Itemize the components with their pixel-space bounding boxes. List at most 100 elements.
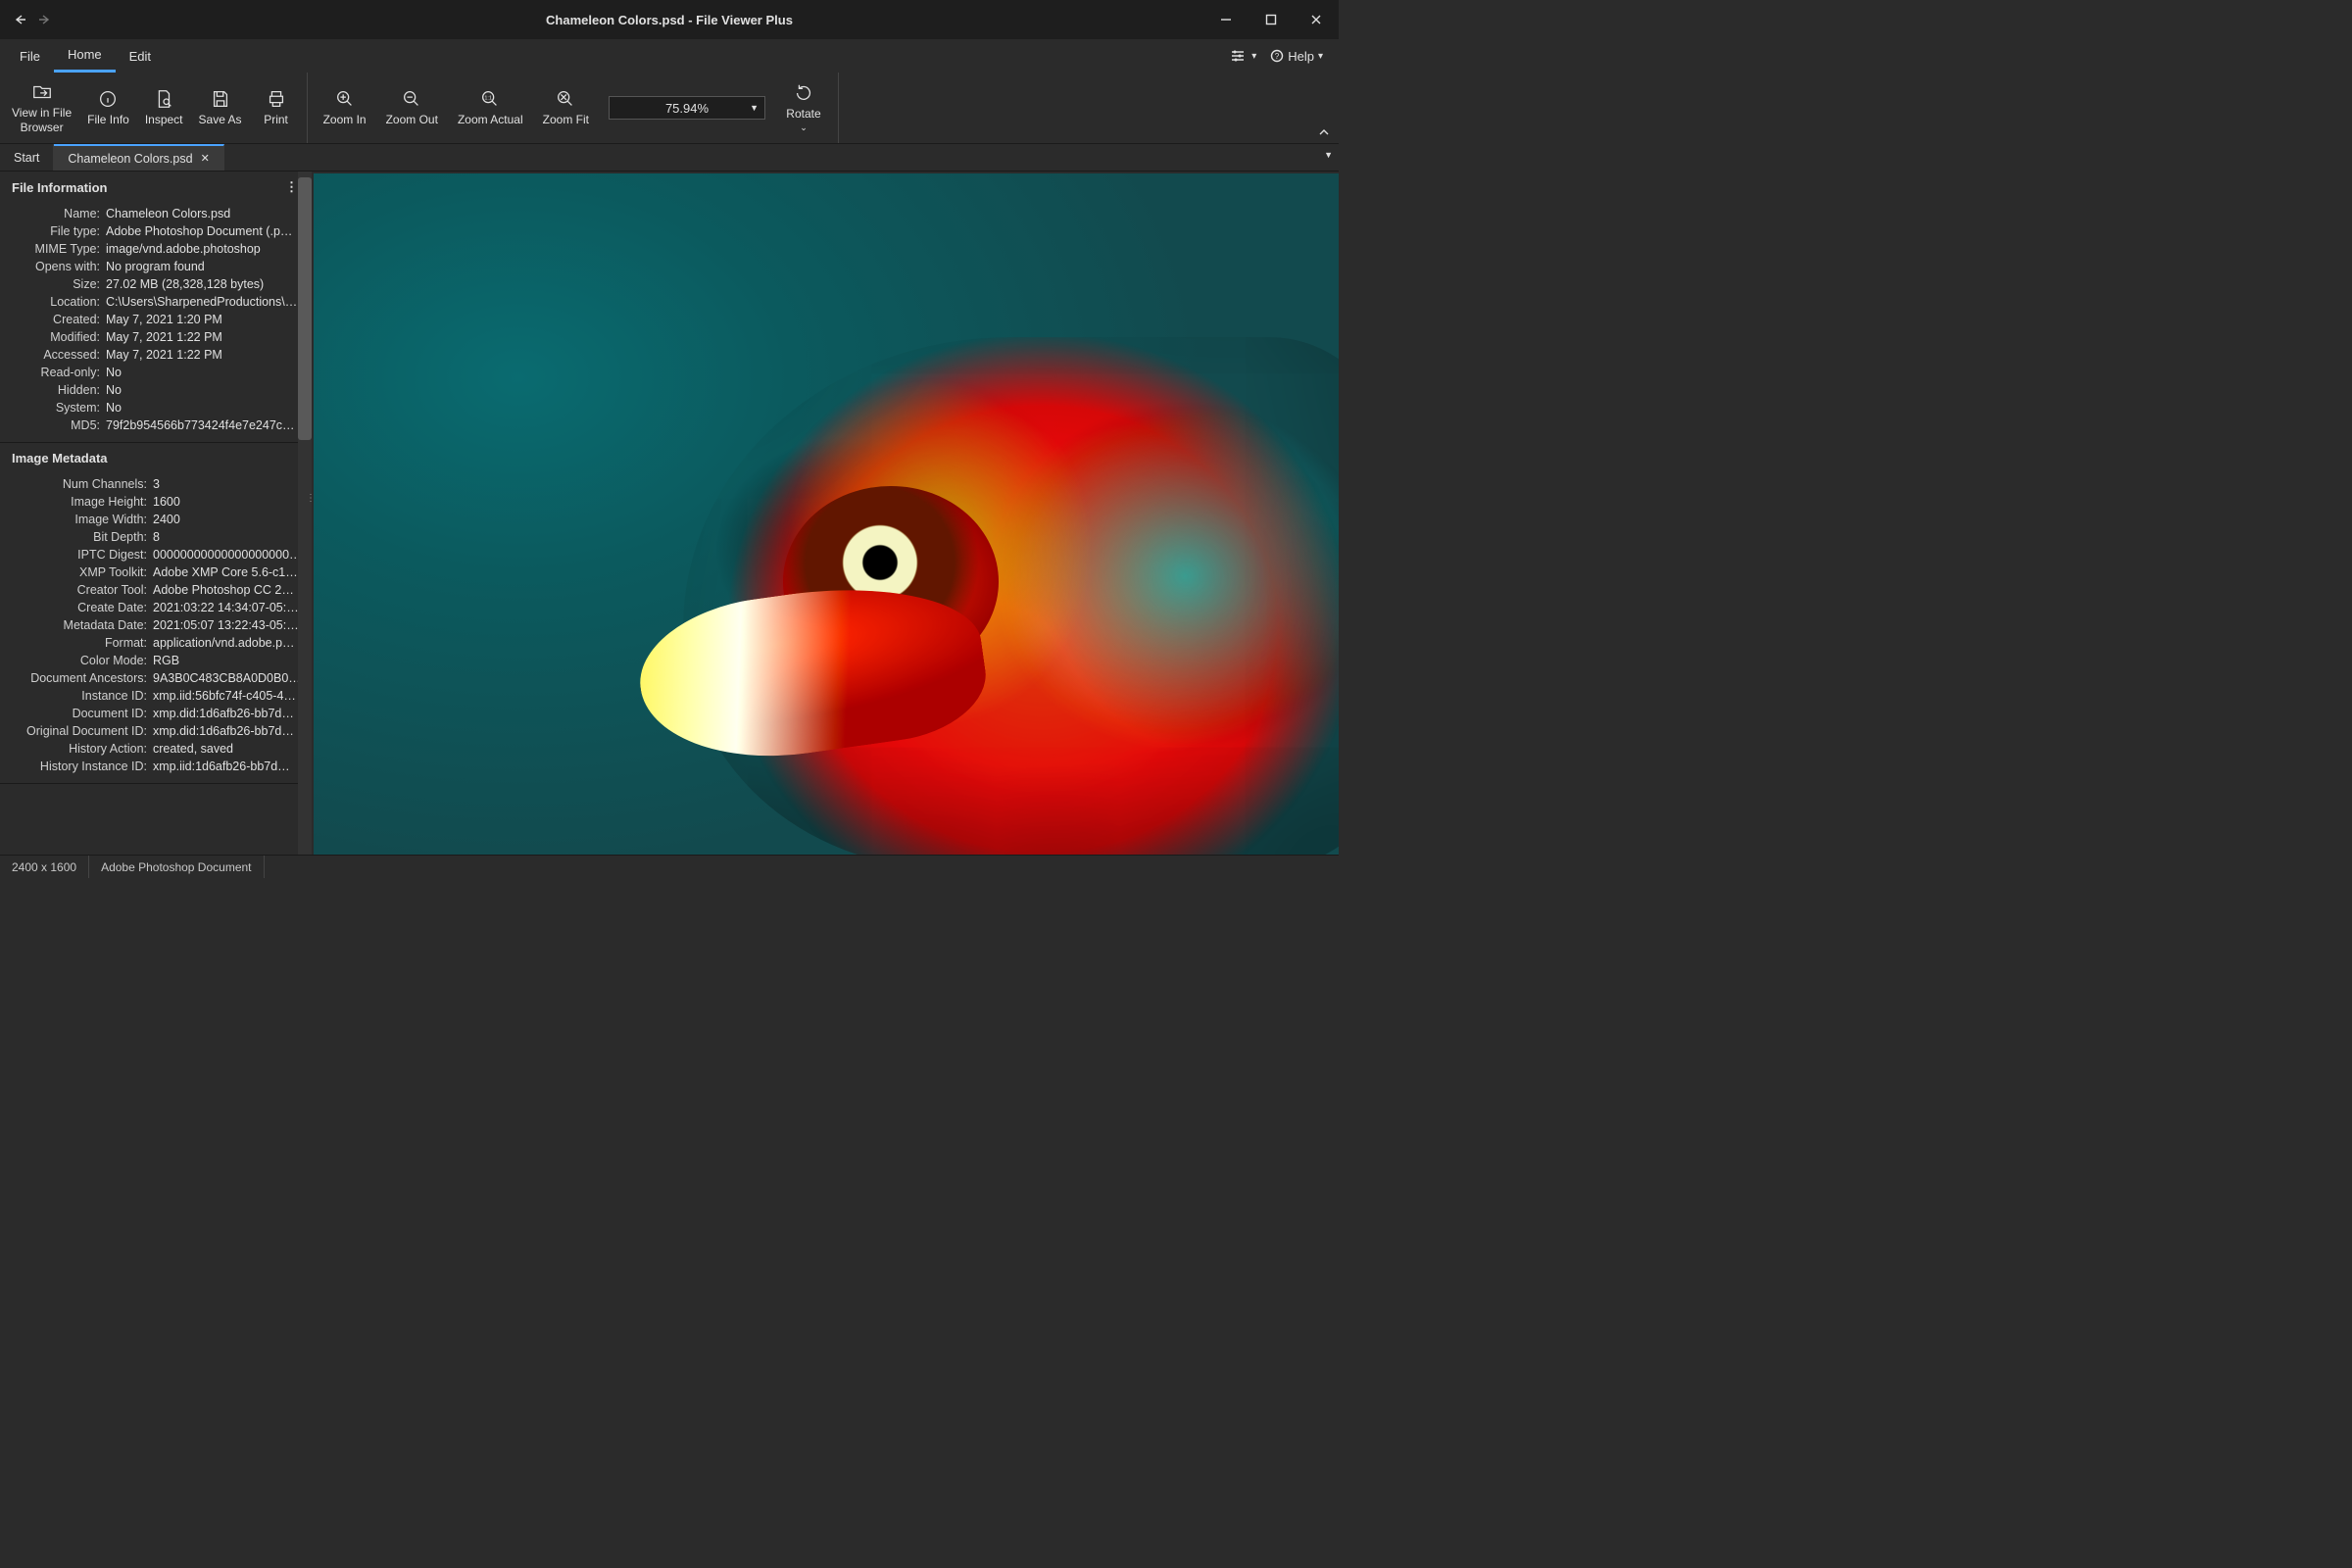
info-icon [97, 88, 119, 110]
menu-home[interactable]: Home [54, 39, 116, 73]
file-info-button[interactable]: File Info [79, 73, 137, 143]
rotate-icon [793, 82, 814, 104]
tab-menu-icon[interactable]: ▼ [1324, 150, 1333, 160]
ribbon-label: Zoom Actual [458, 113, 523, 126]
menubar: File Home Edit ▾ ?Help▾ [0, 39, 1339, 73]
statusbar: 2400 x 1600 Adobe Photoshop Document [0, 855, 1339, 878]
chevron-down-icon: ▼ [750, 103, 759, 113]
meta-row: Num Channels:3 [10, 475, 302, 493]
meta-row: Create Date:2021:03:22 14:34:07-05:… [10, 599, 302, 616]
tab-file[interactable]: Chameleon Colors.psd ✕ [54, 144, 223, 171]
panel-heading: Image Metadata [12, 451, 108, 466]
window-title: Chameleon Colors.psd - File Viewer Plus [0, 13, 1339, 27]
meta-row: History Action:created, saved [10, 740, 302, 758]
zoom-actual-icon: 1:1 [479, 88, 501, 110]
meta-row: Bit Depth:8 [10, 528, 302, 546]
forward-icon[interactable] [37, 12, 53, 27]
info-row: MD5:79f2b954566b773424f4e7e247c… [10, 416, 302, 434]
info-row: MIME Type:image/vnd.adobe.photoshop [10, 240, 302, 258]
svg-text:?: ? [1275, 52, 1280, 61]
info-row: Created:May 7, 2021 1:20 PM [10, 311, 302, 328]
titlebar: Chameleon Colors.psd - File Viewer Plus [0, 0, 1339, 39]
ribbon-label: Inspect [145, 113, 183, 126]
meta-row: IPTC Digest:00000000000000000000… [10, 546, 302, 564]
document-search-icon [153, 88, 174, 110]
info-row: Modified:May 7, 2021 1:22 PM [10, 328, 302, 346]
info-row: Size:27.02 MB (28,328,128 bytes) [10, 275, 302, 293]
ribbon-label: Zoom Fit [543, 113, 589, 126]
ribbon: View in File Browser File Info Inspect S… [0, 73, 1339, 144]
image-viewer[interactable] [312, 172, 1339, 855]
sidebar: File Information ⋮ Name:Chameleon Colors… [0, 172, 312, 855]
minimize-button[interactable] [1203, 0, 1249, 39]
ribbon-label: Zoom In [323, 113, 367, 126]
info-row: File type:Adobe Photoshop Document (.p… [10, 222, 302, 240]
folder-arrow-icon [31, 81, 53, 103]
ribbon-label: View in File Browser [12, 106, 72, 134]
maximize-button[interactable] [1249, 0, 1294, 39]
save-icon [210, 88, 231, 110]
metadata-panel: Image Metadata Num Channels:3 Image Heig… [0, 443, 312, 784]
chevron-down-icon: ⌄ [800, 122, 808, 133]
zoom-out-button[interactable]: Zoom Out [378, 84, 446, 130]
file-info-panel: File Information ⋮ Name:Chameleon Colors… [0, 172, 312, 443]
scrollbar-thumb[interactable] [298, 177, 312, 440]
back-icon[interactable] [12, 12, 27, 27]
ribbon-label: Print [264, 113, 288, 126]
help-icon[interactable]: ?Help▾ [1270, 49, 1323, 64]
zoom-select[interactable]: 75.94% ▼ [609, 96, 765, 120]
save-as-button[interactable]: Save As [191, 73, 250, 143]
zoom-in-icon [334, 88, 356, 110]
menu-edit[interactable]: Edit [116, 39, 165, 73]
info-row: Read-only:No [10, 364, 302, 381]
meta-row: Creator Tool:Adobe Photoshop CC 2… [10, 581, 302, 599]
meta-row: Instance ID:xmp.iid:56bfc74f-c405-4… [10, 687, 302, 705]
meta-row: Document ID:xmp.did:1d6afb26-bb7d… [10, 705, 302, 722]
svg-text:1:1: 1:1 [485, 96, 493, 102]
zoom-in-button[interactable]: Zoom In [316, 84, 374, 130]
zoom-value: 75.94% [665, 101, 709, 116]
rotate-button[interactable]: Rotate ⌄ [777, 78, 830, 137]
zoom-out-icon [401, 88, 422, 110]
meta-row: Format:application/vnd.adobe.p… [10, 634, 302, 652]
info-row: Opens with:No program found [10, 258, 302, 275]
info-row: Accessed:May 7, 2021 1:22 PM [10, 346, 302, 364]
meta-row: Metadata Date:2021:05:07 13:22:43-05:… [10, 616, 302, 634]
help-label: Help [1288, 49, 1314, 64]
close-button[interactable] [1294, 0, 1339, 39]
ribbon-label: Rotate [786, 107, 820, 121]
print-button[interactable]: Print [250, 73, 303, 143]
ribbon-label: Zoom Out [386, 113, 438, 126]
info-row: Location:C:\Users\SharpenedProductions\… [10, 293, 302, 311]
settings-icon[interactable] [1230, 49, 1248, 63]
status-format: Adobe Photoshop Document [89, 856, 264, 878]
info-row: Hidden:No [10, 381, 302, 399]
meta-row: XMP Toolkit:Adobe XMP Core 5.6-c1… [10, 564, 302, 581]
info-row: Name:Chameleon Colors.psd [10, 205, 302, 222]
meta-row: History Instance ID:xmp.iid:1d6afb26-bb7… [10, 758, 302, 775]
inspect-button[interactable]: Inspect [137, 73, 191, 143]
info-row: System:No [10, 399, 302, 416]
tab-start[interactable]: Start [0, 144, 54, 171]
meta-row: Original Document ID:xmp.did:1d6afb26-bb… [10, 722, 302, 740]
zoom-actual-button[interactable]: 1:1 Zoom Actual [450, 84, 531, 130]
print-icon [266, 88, 287, 110]
meta-row: Color Mode:RGB [10, 652, 302, 669]
image-content [683, 337, 1339, 855]
view-in-browser-button[interactable]: View in File Browser [4, 73, 79, 143]
menu-file[interactable]: File [6, 39, 54, 73]
image-canvas [314, 173, 1339, 855]
panel-heading: File Information [12, 180, 108, 195]
zoom-fit-button[interactable]: Zoom Fit [535, 84, 597, 130]
meta-row: Image Height:1600 [10, 493, 302, 511]
close-tab-icon[interactable]: ✕ [201, 152, 210, 165]
ribbon-label: File Info [87, 113, 129, 126]
zoom-fit-icon [555, 88, 576, 110]
collapse-ribbon-button[interactable] [1309, 73, 1339, 143]
ribbon-label: Save As [199, 113, 242, 126]
status-dimensions: 2400 x 1600 [0, 856, 89, 878]
tabbar: Start Chameleon Colors.psd ✕ ▼ [0, 144, 1339, 172]
content-area: File Information ⋮ Name:Chameleon Colors… [0, 172, 1339, 855]
meta-row: Document Ancestors:9A3B0C483CB8A0D0B0… [10, 669, 302, 687]
tab-label: Chameleon Colors.psd [68, 152, 192, 166]
